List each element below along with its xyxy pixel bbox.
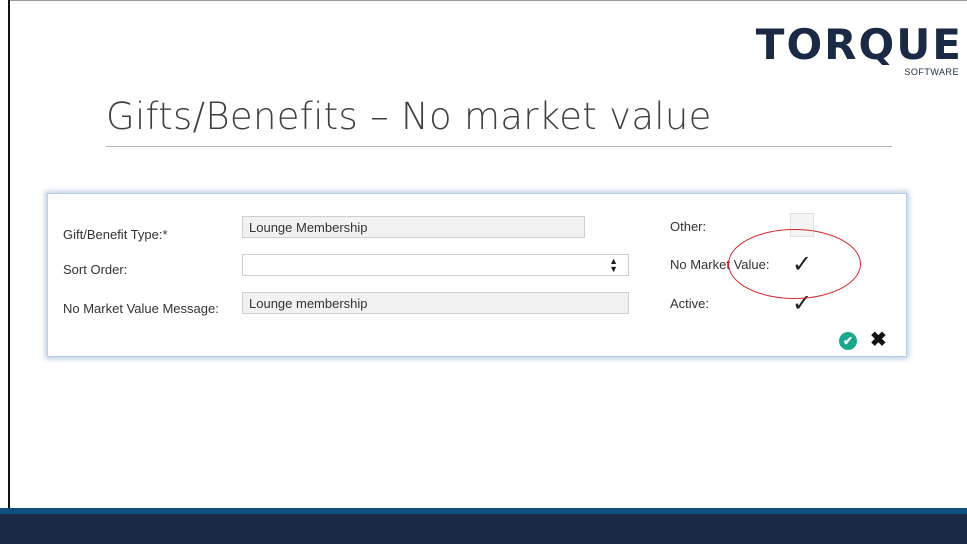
spinner-down-icon[interactable]: ▼: [609, 265, 618, 274]
gift-benefit-type-label: Gift/Benefit Type:*: [63, 227, 168, 242]
slide-border-left: [8, 0, 10, 508]
no-market-value-message-label: No Market Value Message:: [63, 301, 219, 316]
title-divider: [106, 146, 892, 147]
sort-order-input[interactable]: ▲ ▼: [242, 254, 629, 276]
cancel-x-icon[interactable]: ✖: [870, 329, 887, 351]
sort-order-label: Sort Order:: [63, 262, 128, 277]
torque-logo: TORQUE SOFTWARE: [756, 20, 963, 78]
no-market-value-message-field[interactable]: Lounge membership: [242, 292, 629, 314]
save-check-icon[interactable]: ✔: [839, 332, 857, 350]
gift-benefit-type-field[interactable]: Lounge Membership: [242, 216, 585, 238]
slide-border-top: [8, 0, 967, 1]
other-label: Other:: [670, 219, 707, 234]
page-title: Gifts/Benefits – No market value: [106, 95, 712, 138]
highlight-annotation-ellipse: [728, 229, 861, 299]
logo-subtitle: SOFTWARE: [904, 67, 959, 77]
logo-wordmark: TORQUE: [755, 20, 963, 69]
footer-accent-stripe: [0, 508, 967, 514]
sort-order-spinner[interactable]: ▲ ▼: [609, 257, 618, 274]
active-label: Active:: [670, 296, 710, 311]
